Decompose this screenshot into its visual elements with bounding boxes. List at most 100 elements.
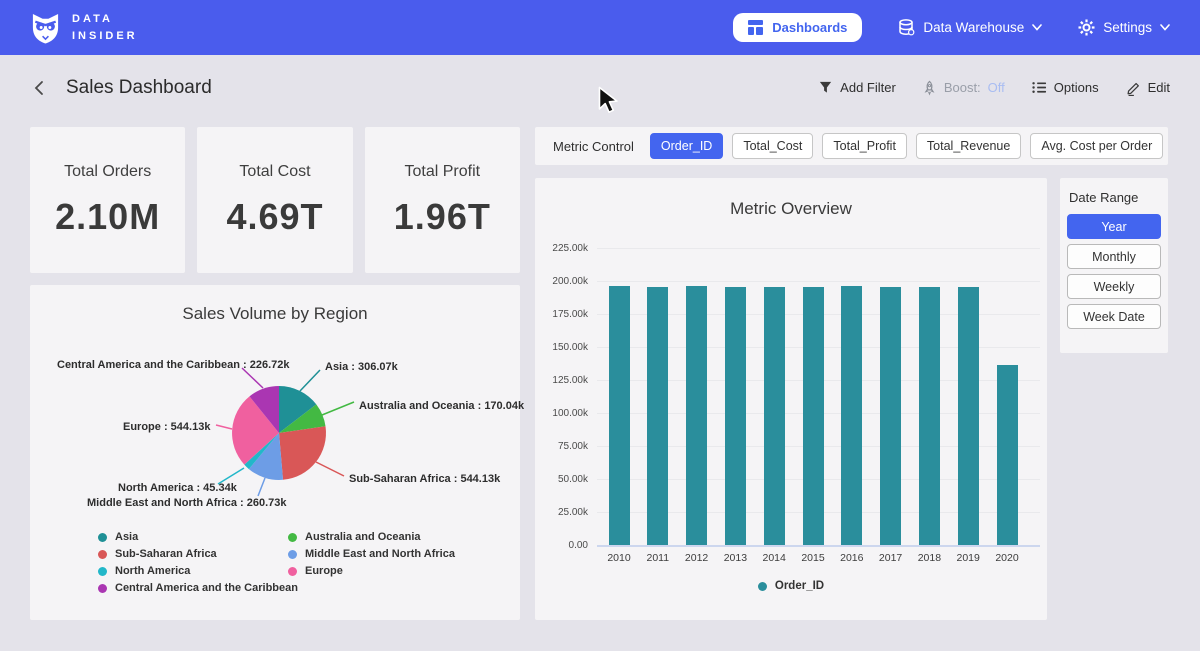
y-axis-tick: 0.00 xyxy=(540,540,588,551)
legend-label: Europe xyxy=(305,565,343,577)
date-range-week-date[interactable]: Week Date xyxy=(1067,304,1161,329)
nav-dashboards-label: Dashboards xyxy=(772,20,847,35)
bar-2020[interactable] xyxy=(997,365,1018,545)
add-filter-label: Add Filter xyxy=(840,80,896,95)
date-range-weekly[interactable]: Weekly xyxy=(1067,274,1161,299)
dashboard-grid-icon xyxy=(748,20,763,35)
bar-2019[interactable] xyxy=(958,287,979,546)
nav-data-warehouse-label: Data Warehouse xyxy=(923,20,1024,35)
bar-2018[interactable] xyxy=(919,287,940,545)
legend-item: Asia xyxy=(98,531,288,543)
kpi-value: 4.69T xyxy=(226,196,323,238)
rocket-icon xyxy=(922,80,937,96)
bar-legend: Order_ID xyxy=(535,580,1047,592)
x-axis-tick: 2011 xyxy=(638,552,678,564)
metric-chip-total-cost[interactable]: Total_Cost xyxy=(732,133,813,159)
legend-item: Europe xyxy=(288,565,455,577)
database-icon xyxy=(898,19,915,36)
pie-slice-label: North America : 45.34k xyxy=(118,482,237,494)
metric-control-label: Metric Control xyxy=(553,139,634,154)
y-axis-tick: 200.00k xyxy=(540,276,588,287)
nav-data-warehouse[interactable]: Data Warehouse xyxy=(898,19,1042,36)
pie-legend: AsiaAustralia and Oceania Sub-Saharan Afr… xyxy=(98,531,455,594)
bar-2016[interactable] xyxy=(841,286,862,545)
x-axis-tick: 2019 xyxy=(948,552,988,564)
pie-slice-sub-saharan-africa[interactable] xyxy=(279,426,326,480)
y-axis-tick: 175.00k xyxy=(540,309,588,320)
x-axis-tick: 2014 xyxy=(754,552,794,564)
pie-leader-line xyxy=(216,425,232,429)
kpi-card: Total Profit1.96T xyxy=(365,127,520,273)
legend-item: Central America and the Caribbean xyxy=(98,582,288,594)
metric-chip-total-revenue[interactable]: Total_Revenue xyxy=(916,133,1021,159)
back-button[interactable] xyxy=(30,78,48,98)
date-range-card: Date Range Year Monthly Weekly Week Date xyxy=(1060,178,1168,353)
kpi-label: Total Orders xyxy=(64,163,151,181)
x-axis-tick: 2020 xyxy=(987,552,1027,564)
legend-item: North America xyxy=(98,565,288,577)
x-axis-tick: 2018 xyxy=(909,552,949,564)
x-axis-line xyxy=(597,545,1040,547)
options-button[interactable]: Options xyxy=(1031,80,1099,95)
kpi-row: Total Orders 2.10M Total Cost4.69TTotal Pr… xyxy=(30,127,520,273)
pie-leader-line xyxy=(316,462,344,476)
kpi-card: Total Orders 2.10M xyxy=(30,127,185,273)
bar-2017[interactable] xyxy=(880,287,901,546)
bar-2010[interactable] xyxy=(609,286,630,545)
chevron-down-icon xyxy=(1032,24,1042,31)
pie-leader-line xyxy=(300,370,320,391)
x-axis-tick: 2015 xyxy=(793,552,833,564)
gridline xyxy=(597,248,1040,249)
owl-logo-icon xyxy=(30,11,61,44)
bar-chart[interactable]: 0.0025.00k50.00k75.00k100.00k125.00k150.… xyxy=(535,178,1047,620)
pie-slice-label: Asia : 306.07k xyxy=(325,361,398,373)
topbar: DATA INSIDER Dashboards D xyxy=(0,0,1200,55)
legend-item: Sub-Saharan Africa xyxy=(98,548,288,560)
chevron-left-icon xyxy=(32,80,46,96)
date-range-year[interactable]: Year xyxy=(1067,214,1161,239)
bar-2013[interactable] xyxy=(725,287,746,546)
legend-label: Sub-Saharan Africa xyxy=(115,548,217,560)
boost-toggle[interactable]: Boost: Off xyxy=(922,80,1005,96)
gridline xyxy=(597,281,1040,282)
add-filter-button[interactable]: Add Filter xyxy=(818,80,896,95)
legend-dot-icon xyxy=(288,550,297,559)
kpi-card: Total Cost4.69T xyxy=(197,127,352,273)
chevron-down-icon xyxy=(1160,24,1170,31)
bar-2011[interactable] xyxy=(647,287,668,545)
bar-2014[interactable] xyxy=(764,287,785,545)
legend-dot-icon xyxy=(98,567,107,576)
nav-dashboards-button[interactable]: Dashboards xyxy=(733,13,862,42)
date-range-monthly[interactable]: Monthly xyxy=(1067,244,1161,269)
y-axis-tick: 25.00k xyxy=(540,507,588,518)
x-axis-tick: 2016 xyxy=(832,552,872,564)
bar-2015[interactable] xyxy=(803,287,824,545)
bar-2012[interactable] xyxy=(686,286,707,545)
legend-label: Middle East and North Africa xyxy=(305,548,455,560)
brand-logo[interactable]: DATA INSIDER xyxy=(30,11,138,44)
x-axis-tick: 2013 xyxy=(715,552,755,564)
pie-slice-label: Sub-Saharan Africa : 544.13k xyxy=(349,473,500,485)
metric-chip-avg-cost-per-order[interactable]: Avg. Cost per Order xyxy=(1030,133,1163,159)
pie-leader-line xyxy=(322,402,354,415)
metric-control-bar: Metric Control Order_ID Total_Cost Total_P… xyxy=(535,127,1168,165)
y-axis-tick: 125.00k xyxy=(540,375,588,386)
legend-item: Australia and Oceania xyxy=(288,531,455,543)
x-axis-tick: 2010 xyxy=(599,552,639,564)
legend-dot-icon xyxy=(98,550,107,559)
gear-icon xyxy=(1078,19,1095,36)
brand-text: DATA INSIDER xyxy=(72,11,138,44)
nav-settings[interactable]: Settings xyxy=(1078,19,1170,36)
pie-leader-line xyxy=(242,368,263,388)
metric-chip-total-profit[interactable]: Total_Profit xyxy=(822,133,907,159)
metric-chip-order-id[interactable]: Order_ID xyxy=(650,133,723,159)
metric-chip-row: Order_ID Total_Cost Total_Profit Total_Reve… xyxy=(650,133,1163,159)
legend-dot-icon xyxy=(98,533,107,542)
pie-slice-label: Central America and the Caribbean : 226.… xyxy=(57,359,290,371)
date-range-label: Date Range xyxy=(1069,190,1161,205)
edit-button[interactable]: Edit xyxy=(1125,80,1170,96)
legend-dot-icon xyxy=(98,584,107,593)
kpi-value: 2.10M xyxy=(55,196,160,238)
pie-slice-label: Australia and Oceania : 170.04k xyxy=(359,400,524,412)
pencil-icon xyxy=(1125,80,1141,96)
